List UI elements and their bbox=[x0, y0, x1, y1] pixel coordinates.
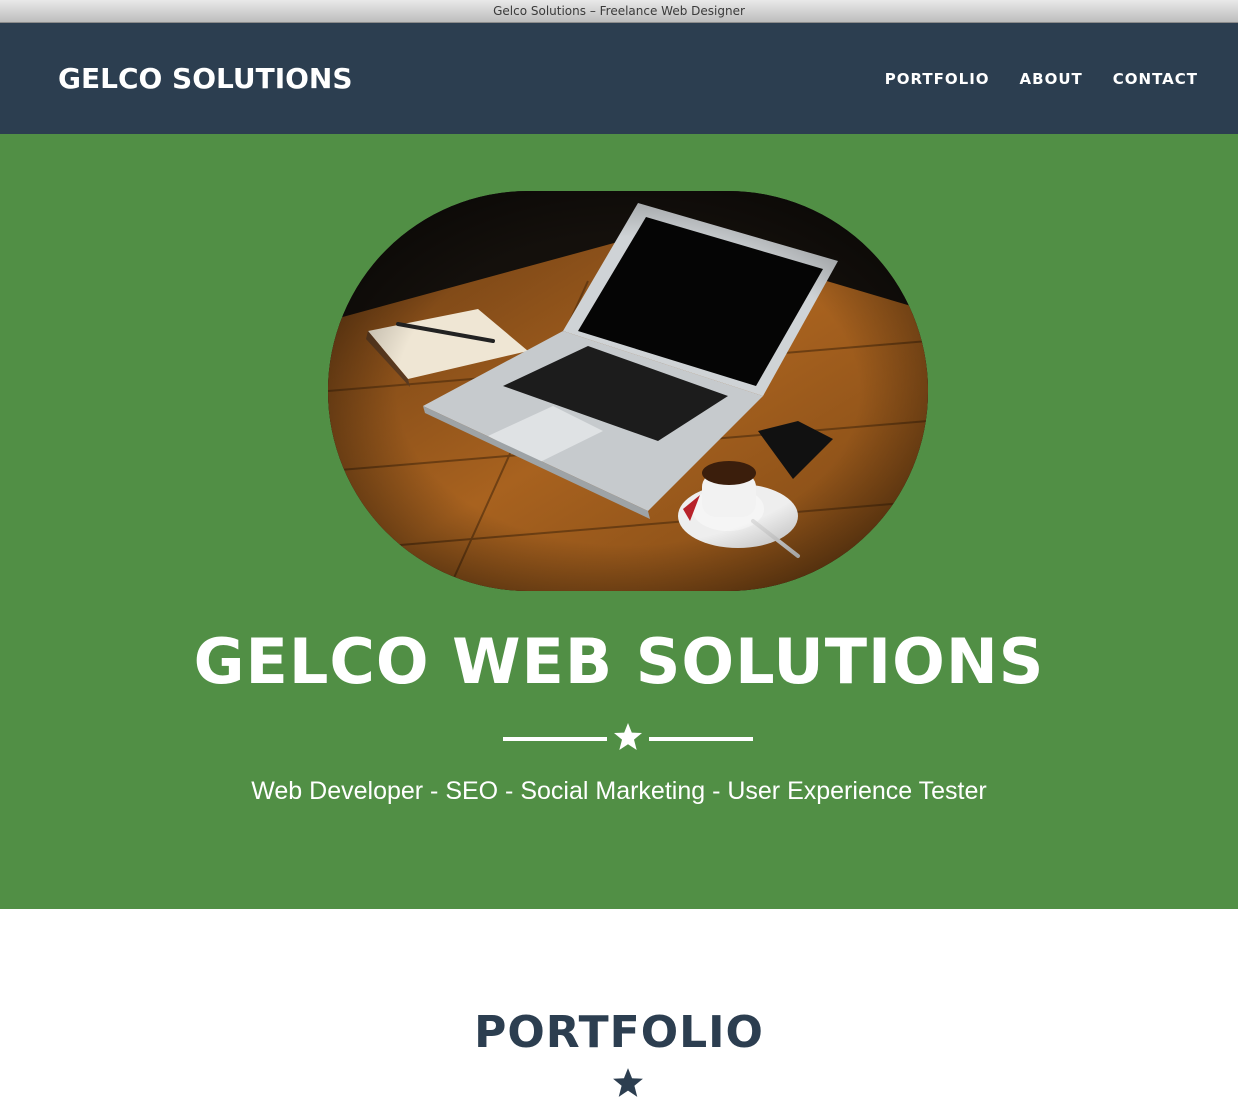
nav-link-about[interactable]: ABOUT bbox=[990, 68, 1083, 90]
window-title: Gelco Solutions – Freelance Web Designer bbox=[493, 4, 745, 18]
hero-image bbox=[328, 191, 928, 591]
nav-link-portfolio[interactable]: PORTFOLIO bbox=[855, 68, 990, 90]
star-icon bbox=[613, 1068, 643, 1097]
hero-title: GELCO WEB SOLUTIONS bbox=[193, 625, 1045, 698]
laptop-desk-photo bbox=[328, 191, 928, 591]
divider-line-left bbox=[503, 737, 607, 741]
divider-line-right bbox=[649, 737, 753, 741]
nav-link-contact[interactable]: CONTACT bbox=[1083, 68, 1198, 90]
star-icon bbox=[614, 723, 642, 750]
hero-subtitle: Web Developer - SEO - Social Marketing -… bbox=[251, 777, 987, 805]
star-divider bbox=[503, 723, 753, 754]
nav-menu: PORTFOLIO ABOUT CONTACT bbox=[855, 68, 1198, 90]
brand-logo-link[interactable]: GELCO SOLUTIONS bbox=[58, 59, 353, 99]
navbar: GELCO SOLUTIONS PORTFOLIO ABOUT CONTACT bbox=[0, 23, 1238, 134]
portfolio-heading: PORTFOLIO bbox=[474, 1007, 764, 1058]
portfolio-section: PORTFOLIO bbox=[0, 909, 1238, 1097]
hero-section: GELCO WEB SOLUTIONS Web Developer - SEO … bbox=[0, 134, 1238, 909]
window-title-bar: Gelco Solutions – Freelance Web Designer bbox=[0, 0, 1238, 23]
